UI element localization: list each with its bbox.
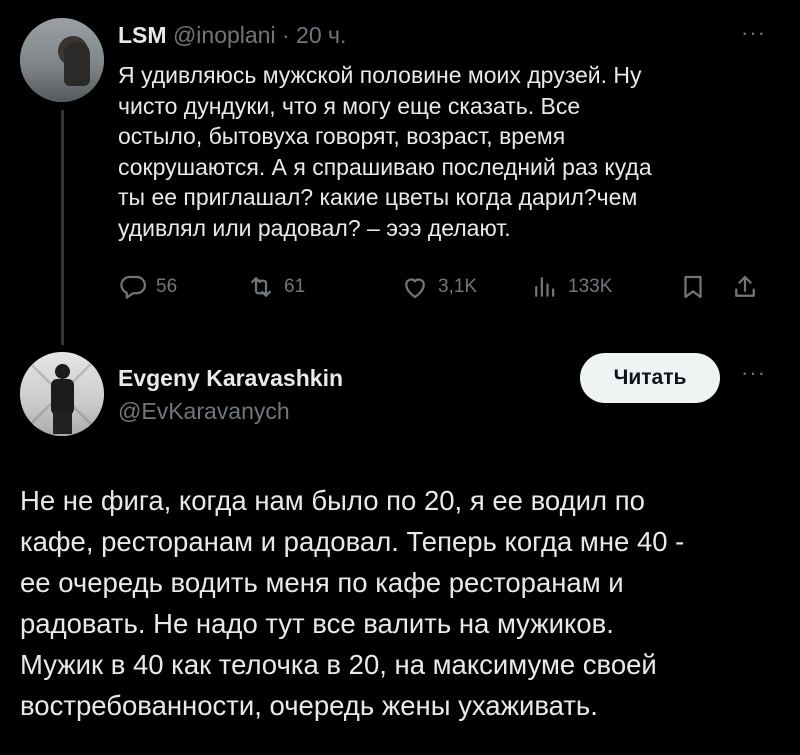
avatar-figure-head <box>55 364 70 379</box>
views-button[interactable]: 133K <box>530 272 612 302</box>
like-button[interactable]: 3,1K <box>400 272 477 302</box>
views-count: 133K <box>568 276 613 297</box>
reply-count: 56 <box>156 276 178 297</box>
author-name[interactable]: LSM <box>118 22 167 48</box>
reply-icon <box>120 275 146 299</box>
share-icon <box>735 275 755 297</box>
avatar-evgeny[interactable] <box>20 352 104 436</box>
more-options-icon[interactable]: ··· <box>741 20 766 46</box>
tweet-time[interactable]: 20 ч. <box>296 22 346 48</box>
thread-connector-line <box>61 110 64 345</box>
avatar-lsm[interactable] <box>20 18 104 102</box>
separator: · <box>281 22 290 48</box>
more-options-icon[interactable]: ··· <box>741 360 766 386</box>
views-icon <box>535 277 555 297</box>
tweet-text: Я удивляюсь мужской половине моих друзей… <box>118 62 652 241</box>
tweet-text: Не не фига, когда нам было по 20, я ее в… <box>20 485 685 721</box>
retweet-icon <box>251 277 271 297</box>
retweet-button[interactable]: 61 <box>246 272 305 302</box>
share-button[interactable] <box>730 272 768 302</box>
avatar-figure-legs <box>53 412 72 434</box>
author-handle[interactable]: @EvKaravanych <box>118 398 290 425</box>
avatar-figure-body <box>51 379 74 415</box>
avatar-figure <box>64 42 90 86</box>
like-icon <box>405 278 425 299</box>
author-handle[interactable]: @inoplani <box>173 22 276 48</box>
reply-button[interactable]: 56 <box>118 272 177 302</box>
tweet-header: LSM @inoplani · 20 ч. <box>118 22 346 49</box>
retweet-count: 61 <box>284 276 306 297</box>
bookmark-icon <box>684 275 702 299</box>
bookmark-button[interactable] <box>678 272 716 302</box>
author-name[interactable]: Evgeny Karavashkin <box>118 365 343 392</box>
follow-button[interactable]: Читать <box>580 353 720 403</box>
like-count: 3,1K <box>438 276 478 297</box>
tweet-actions-bar: 56 61 3,1K 133K <box>118 272 778 306</box>
